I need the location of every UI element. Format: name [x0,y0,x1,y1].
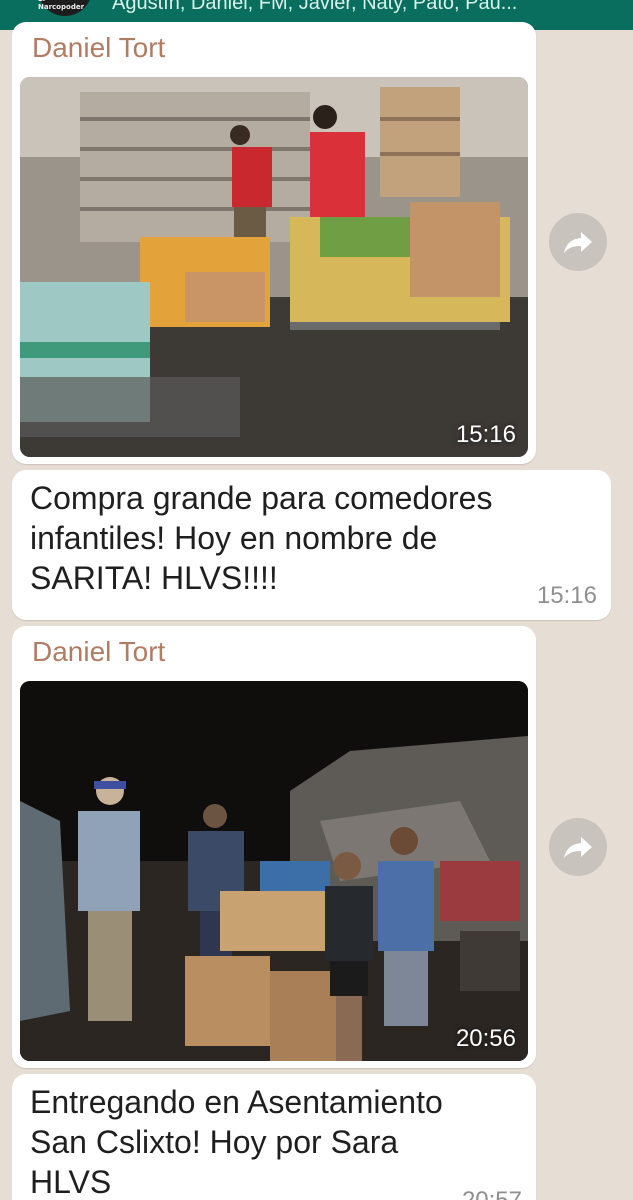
night-delivery-photo [20,681,528,1061]
message-timestamp: 20:57 [462,1187,522,1200]
message-line: San Cslixto! Hoy por Sara [30,1124,399,1160]
message-text: Entregando en Asentamiento San Cslixto! … [30,1082,443,1200]
sender-name: Daniel Tort [32,32,166,63]
message-line: Compra grande para comedores [30,480,493,516]
message-line: Entregando en Asentamiento [30,1084,443,1120]
text-message-1[interactable]: Compra grande para comedores infantiles!… [12,470,611,620]
message-line: SARITA! HLVS!!!! [30,560,278,596]
forward-button[interactable] [549,818,607,876]
forward-button[interactable] [549,213,607,271]
group-logo-text: El Narcopoder [38,0,85,11]
photo-1[interactable]: 15:16 [20,77,528,457]
photo-message-2[interactable]: Daniel Tort 20:56 [12,626,536,1068]
message-line: HLVS [30,1164,112,1200]
photo-message-1[interactable]: Daniel Tort 15:16 [12,22,536,464]
photo-timestamp: 20:56 [455,1025,516,1052]
sender-name: Daniel Tort [32,636,166,667]
message-text: Compra grande para comedores infantiles!… [30,478,492,598]
message-line: infantiles! Hoy en nombre de [30,520,438,556]
group-avatar[interactable]: El Narcopoder [38,0,92,16]
group-members[interactable]: Agustín, Daniel, FM, Javier, Naty, Pato,… [112,0,517,15]
forward-arrow-icon [564,837,592,858]
message-timestamp: 15:16 [536,582,597,609]
text-message-2[interactable]: Entregando en Asentamiento San Cslixto! … [12,1074,536,1200]
photo-timestamp: 15:16 [455,421,516,448]
warehouse-photo [20,77,528,457]
photo-2[interactable]: 20:56 [20,681,528,1061]
forward-arrow-icon [564,232,592,253]
